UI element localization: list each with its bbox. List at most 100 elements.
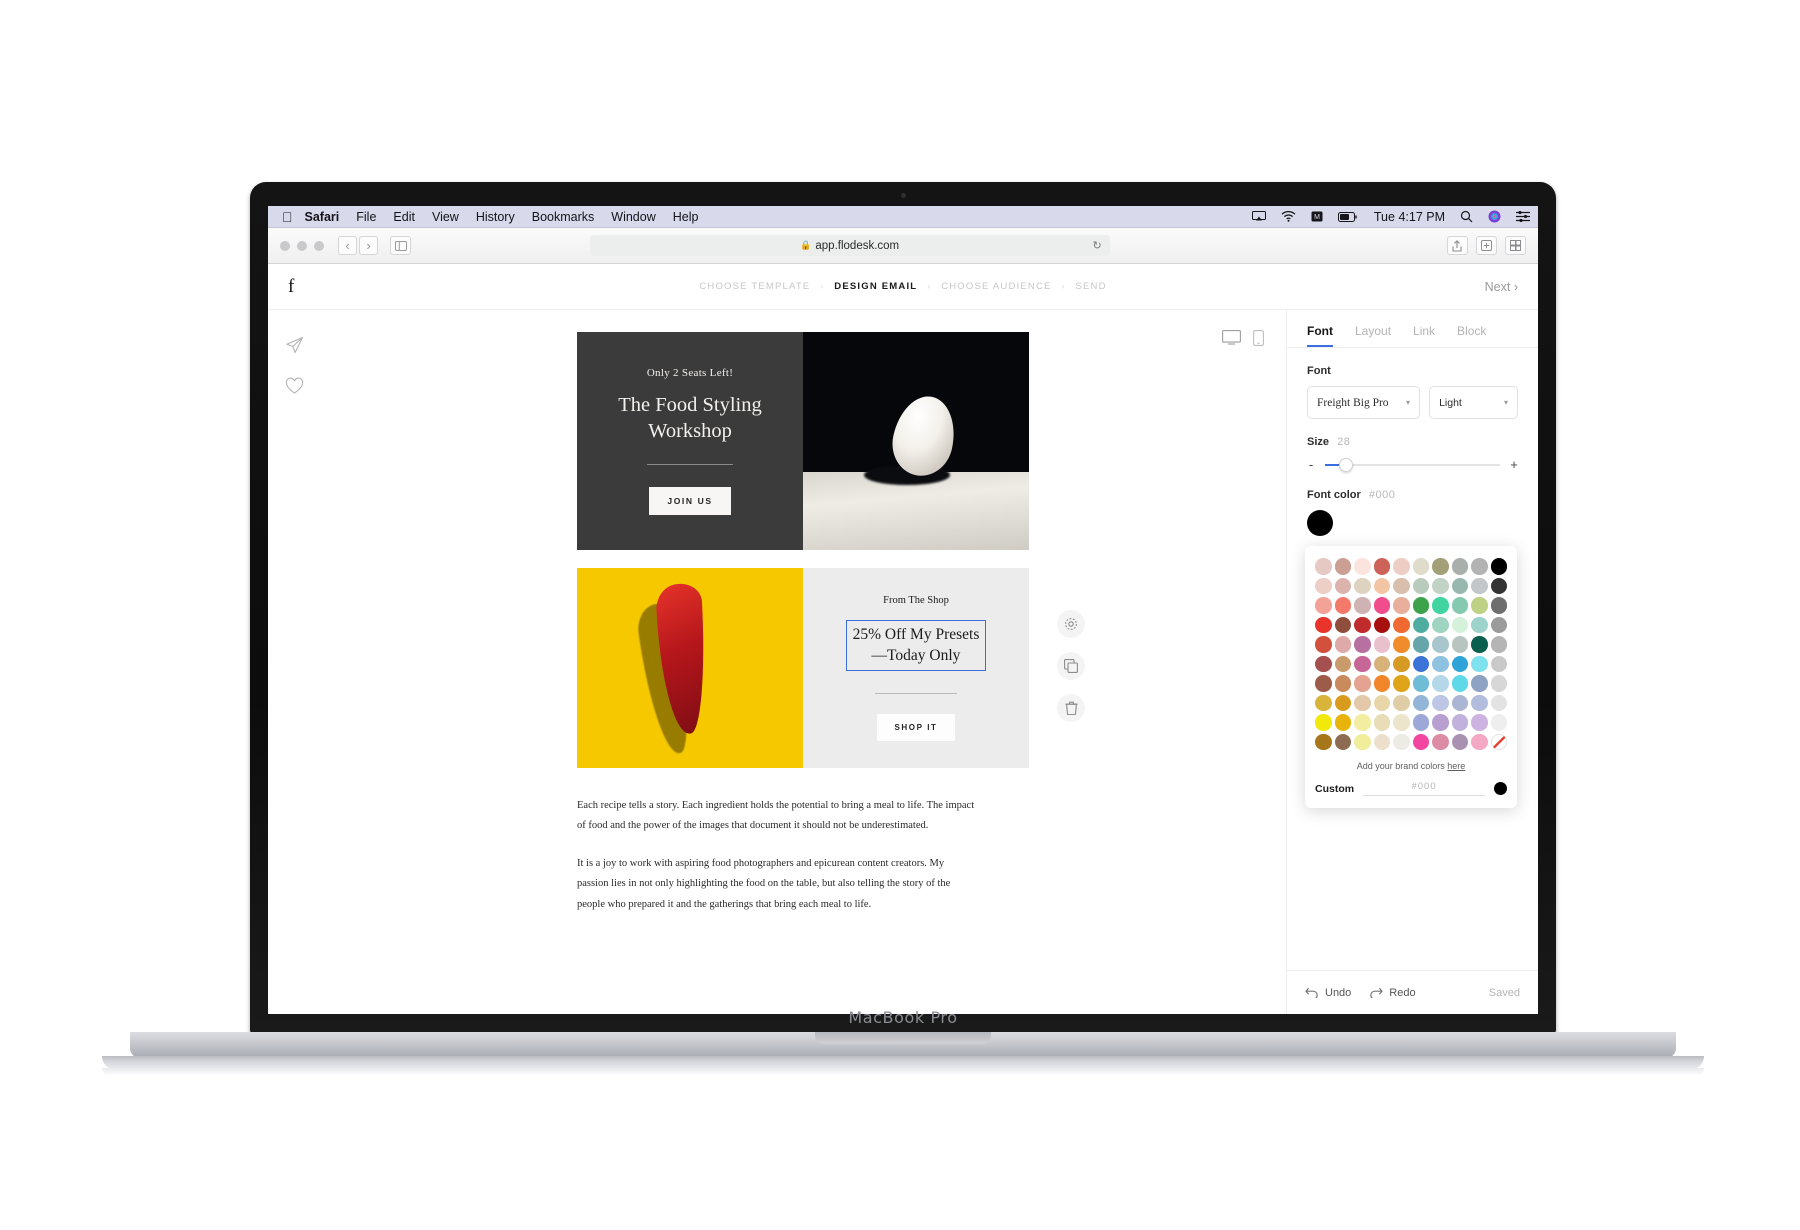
minimize-window-button[interactable] (297, 240, 307, 251)
color-swatch[interactable] (1373, 675, 1390, 692)
reload-icon[interactable]: ↻ (1092, 239, 1101, 252)
color-swatch[interactable] (1354, 636, 1371, 653)
duplicate-icon[interactable] (1057, 652, 1085, 680)
send-icon[interactable] (285, 336, 304, 355)
color-swatch[interactable] (1334, 616, 1351, 633)
menubar-clock[interactable]: Tue 4:17 PM (1374, 210, 1445, 224)
color-swatch[interactable] (1373, 655, 1390, 672)
breadcrumb-choose-audience[interactable]: CHOOSE AUDIENCE (941, 281, 1051, 292)
color-swatch[interactable] (1471, 655, 1488, 672)
color-swatch[interactable] (1490, 675, 1507, 692)
color-swatch[interactable] (1412, 694, 1429, 711)
color-swatch[interactable] (1432, 577, 1449, 594)
color-swatch[interactable] (1373, 694, 1390, 711)
color-swatch[interactable] (1373, 597, 1390, 614)
mobile-icon[interactable] (1253, 330, 1264, 346)
color-swatch[interactable] (1393, 597, 1410, 614)
redo-button[interactable]: Redo (1369, 987, 1416, 999)
color-swatch[interactable] (1471, 675, 1488, 692)
color-swatch[interactable] (1490, 597, 1507, 614)
trash-icon[interactable] (1057, 694, 1085, 722)
join-us-button[interactable]: JOIN US (649, 487, 731, 516)
color-swatch[interactable] (1490, 558, 1507, 575)
body-copy[interactable]: Each recipe tells a story. Each ingredie… (577, 796, 977, 915)
color-swatch[interactable] (1490, 636, 1507, 653)
color-swatch[interactable] (1354, 675, 1371, 692)
color-swatch[interactable] (1334, 714, 1351, 731)
share-icon[interactable] (1446, 236, 1468, 255)
input-source-icon[interactable]: M (1311, 211, 1323, 222)
color-swatch[interactable] (1354, 577, 1371, 594)
color-swatch[interactable] (1432, 597, 1449, 614)
color-swatch[interactable] (1373, 616, 1390, 633)
color-swatch[interactable] (1393, 675, 1410, 692)
color-swatch[interactable] (1432, 616, 1449, 633)
color-swatch[interactable] (1490, 655, 1507, 672)
color-swatch[interactable] (1315, 694, 1332, 711)
size-decrease-button[interactable]: - (1307, 457, 1315, 472)
tab-overview-icon[interactable] (1504, 236, 1526, 255)
wifi-icon[interactable] (1281, 211, 1296, 222)
desktop-icon[interactable] (1222, 330, 1241, 346)
heart-icon[interactable] (285, 377, 304, 395)
close-window-button[interactable] (280, 240, 290, 251)
color-swatch[interactable] (1490, 714, 1507, 731)
color-swatch[interactable] (1315, 616, 1332, 633)
color-swatch[interactable] (1490, 616, 1507, 633)
color-swatch[interactable] (1315, 714, 1332, 731)
color-swatch[interactable] (1315, 558, 1332, 575)
color-swatch[interactable] (1451, 636, 1468, 653)
color-swatch[interactable] (1393, 714, 1410, 731)
size-increase-button[interactable]: + (1510, 457, 1518, 472)
selected-text-block[interactable]: 25% Off My Presets —Today Only (845, 619, 987, 672)
tab-layout[interactable]: Layout (1355, 324, 1391, 347)
color-swatch[interactable] (1451, 577, 1468, 594)
color-swatch[interactable] (1412, 636, 1429, 653)
eyedropper-icon[interactable] (1491, 734, 1508, 751)
color-swatch[interactable] (1393, 655, 1410, 672)
color-swatch[interactable] (1451, 597, 1468, 614)
color-swatch[interactable] (1354, 616, 1371, 633)
color-swatch[interactable] (1471, 558, 1488, 575)
forward-icon[interactable]: › (359, 236, 378, 255)
font-family-select[interactable]: Freight Big Pro ▾ (1307, 386, 1421, 419)
search-icon[interactable] (1460, 210, 1473, 223)
size-slider-row[interactable]: - + (1307, 457, 1518, 472)
color-swatch[interactable] (1354, 714, 1371, 731)
custom-color-swatch[interactable] (1494, 782, 1507, 795)
color-swatch[interactable] (1412, 577, 1429, 594)
font-weight-select[interactable]: Light ▾ (1429, 386, 1518, 419)
shop-image-pepper-photo[interactable] (577, 568, 803, 768)
color-swatch[interactable] (1393, 577, 1410, 594)
color-swatch[interactable] (1471, 616, 1488, 633)
next-button[interactable]: Next › (1485, 280, 1518, 294)
airplay-icon[interactable] (1251, 211, 1266, 222)
slider-knob[interactable] (1339, 457, 1353, 472)
color-palette-grid[interactable] (1315, 558, 1507, 750)
color-swatch[interactable] (1412, 558, 1429, 575)
color-swatch[interactable] (1490, 577, 1507, 594)
color-swatch[interactable] (1451, 558, 1468, 575)
color-swatch[interactable] (1334, 655, 1351, 672)
color-swatch[interactable] (1334, 733, 1351, 750)
color-swatch[interactable] (1354, 558, 1371, 575)
shop-kicker[interactable]: From The Shop (883, 595, 949, 606)
color-swatch[interactable] (1315, 733, 1332, 750)
color-swatch[interactable] (1334, 636, 1351, 653)
sidebar-icon[interactable] (390, 236, 411, 255)
color-swatch[interactable] (1471, 733, 1488, 750)
menu-item-history[interactable]: History (476, 210, 515, 224)
color-swatch[interactable] (1393, 616, 1410, 633)
maximize-window-button[interactable] (314, 240, 324, 251)
breadcrumb-design-email[interactable]: DESIGN EMAIL (834, 281, 917, 292)
color-swatch[interactable] (1412, 714, 1429, 731)
color-swatch[interactable] (1373, 577, 1390, 594)
menu-item-safari[interactable]: Safari (305, 210, 340, 224)
color-swatch[interactable] (1490, 694, 1507, 711)
color-swatch[interactable] (1373, 558, 1390, 575)
navigation-buttons[interactable]: ‹ › (338, 236, 378, 255)
flodesk-logo[interactable]: f (288, 276, 328, 298)
color-swatch[interactable] (1432, 733, 1449, 750)
brand-colors-link[interactable]: here (1447, 761, 1465, 771)
custom-color-input[interactable]: #000 (1363, 781, 1485, 796)
